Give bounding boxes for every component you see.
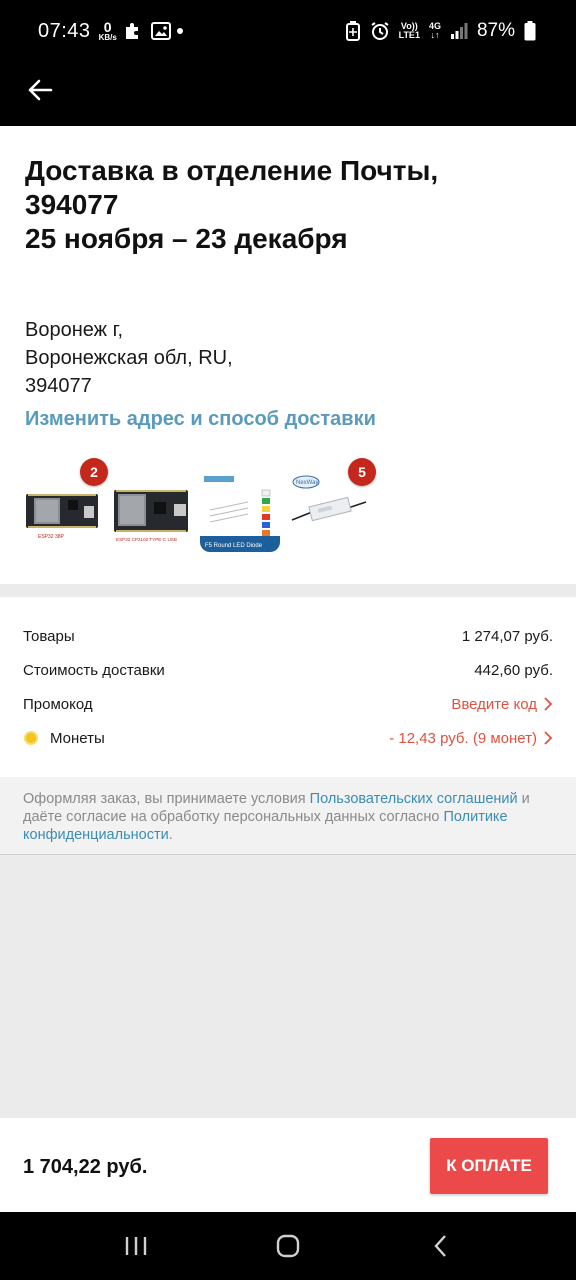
home-button[interactable] xyxy=(258,1221,318,1271)
system-back-button[interactable] xyxy=(410,1221,470,1271)
battery-percent: 87% xyxy=(476,20,515,41)
shipping-label: Стоимость доставки xyxy=(23,661,165,679)
product-thumb-led-diode[interactable]: F5 Round LED Diode xyxy=(200,472,280,552)
coins-row[interactable]: Монеты - 12,43 руб. (9 монет) xyxy=(23,726,553,750)
goods-label: Товары xyxy=(23,627,75,645)
delivery-title: Доставка в отделение Почты, 394077 25 но… xyxy=(25,154,545,256)
system-nav-bar xyxy=(0,1212,576,1280)
quantity-badge: 5 xyxy=(348,458,376,486)
led-diode-image: F5 Round LED Diode xyxy=(200,472,280,552)
coins-value[interactable]: - 12,43 руб. (9 монет) xyxy=(389,730,537,747)
order-summary: Товары 1 274,07 руб. Стоимость доставки … xyxy=(0,597,576,777)
svg-text:ESP32 CP2102 TYPE-C USB: ESP32 CP2102 TYPE-C USB xyxy=(116,537,177,542)
delivery-section: Доставка в отделение Почты, 394077 25 но… xyxy=(0,126,576,584)
coin-icon xyxy=(24,731,38,745)
chevron-right-icon xyxy=(544,697,553,711)
user-agreement-link[interactable]: Пользовательских соглашений xyxy=(310,791,518,807)
chevron-right-icon xyxy=(544,731,553,745)
recent-apps-icon xyxy=(125,1237,147,1255)
battery-saver-icon xyxy=(345,21,360,41)
volte-indicator: Vo)) LTE1 xyxy=(398,21,420,40)
alarm-icon xyxy=(371,22,389,40)
puzzle-icon xyxy=(125,23,138,39)
net-speed: 0 KB/s xyxy=(98,19,117,42)
back-button[interactable] xyxy=(22,72,58,108)
goods-value: 1 274,07 руб. xyxy=(461,627,553,645)
quantity-badge: 2 xyxy=(80,458,108,486)
battery-icon xyxy=(524,21,536,41)
coins-label: Монеты xyxy=(50,729,105,747)
status-bar: 07:43 0 KB/s Vo)) LTE1 4G ↓↑ 87% xyxy=(0,0,576,62)
data-type-indicator: 4G ↓↑ xyxy=(428,21,441,40)
arrow-left-icon xyxy=(28,79,53,101)
notification-dot-icon xyxy=(176,28,183,34)
shipping-value: 442,60 руб. xyxy=(474,661,553,679)
promo-code-row[interactable]: Промокод Введите код xyxy=(23,692,553,716)
svg-text:F5 Round LED Diode: F5 Round LED Diode xyxy=(205,543,263,549)
home-icon xyxy=(276,1234,300,1258)
chevron-left-icon xyxy=(434,1235,446,1257)
image-icon xyxy=(150,22,171,40)
esp32-usb-board-image: ESP32 CP2102 TYPE-C USB xyxy=(114,490,188,542)
svg-text:NexWay: NexWay xyxy=(296,480,318,486)
pay-button[interactable]: К ОПЛАТЕ xyxy=(430,1138,548,1194)
app-bar xyxy=(0,62,576,126)
summary-row-shipping: Стоимость доставки 442,60 руб. xyxy=(23,658,553,682)
recent-apps-button[interactable] xyxy=(106,1221,166,1271)
summary-row-goods: Товары 1 274,07 руб. xyxy=(23,624,553,648)
change-address-link[interactable]: Изменить адрес и способ доставки xyxy=(25,408,376,431)
delivery-address: Воронеж г, Воронежская обл, RU, 394077 xyxy=(25,319,233,397)
signal-icon xyxy=(450,23,468,39)
svg-text:ESP32 38P: ESP32 38P xyxy=(38,534,65,540)
delivery-dates: 25 ноября – 23 декабря xyxy=(25,223,348,254)
legal-notice: Оформляя заказ, вы принимаете условия По… xyxy=(0,777,576,855)
promo-value[interactable]: Введите код xyxy=(451,696,537,713)
promo-label: Промокод xyxy=(23,695,93,713)
product-thumb-esp32-cp2102[interactable]: ESP32 CP2102 TYPE-C USB xyxy=(112,472,192,552)
order-total: 1 704,22 руб. xyxy=(23,1156,148,1178)
product-thumbnails[interactable]: ESP32 38P ESP32 CP2102 TYPE-C USB F5 Rou… xyxy=(24,458,384,558)
checkout-bar: 1 704,22 руб. К ОПЛАТЕ xyxy=(0,1118,576,1212)
status-time: 07:43 xyxy=(38,19,91,42)
